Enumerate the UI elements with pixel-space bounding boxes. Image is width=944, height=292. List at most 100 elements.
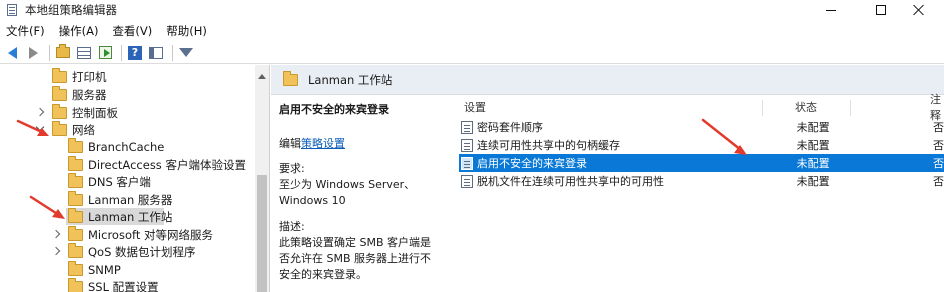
minimize-button[interactable]: [808, 0, 854, 20]
edit-prefix: 编辑: [279, 137, 301, 150]
setting-state: 未配置: [796, 139, 830, 152]
folder-icon: [283, 70, 298, 86]
folder-icon: [68, 172, 83, 188]
tree-item-microsoft-p2p[interactable]: Microsoft 对等网络服务: [0, 225, 255, 243]
setting-comment: 否: [933, 157, 944, 170]
expand-chevron-icon[interactable]: [51, 229, 61, 239]
tree-item-label: DirectAccess 客户端体验设置: [88, 157, 246, 172]
details-header-title: Lanman 工作站: [308, 72, 393, 87]
folder-icon: [68, 277, 83, 292]
export-list-button[interactable]: [96, 44, 114, 62]
list-item[interactable]: 连续可用性共享中的句柄缓存 未配置 否: [459, 136, 944, 154]
minimize-icon: [826, 9, 836, 11]
requirements-label: 要求:: [279, 162, 305, 175]
tree-item-ssl-config[interactable]: SSL 配置设置: [0, 277, 255, 292]
tree-item-label: SNMP: [88, 262, 121, 277]
details-pane: Lanman 工作站 启用不安全的来宾登录 编辑策略设置 要求: 至少为 Win…: [271, 65, 944, 292]
policy-setting-icon: [461, 120, 473, 134]
folder-icon: [52, 85, 67, 101]
list-item[interactable]: 密码套件顺序 未配置 否: [459, 118, 944, 136]
tree-item-label: DNS 客户端: [88, 174, 151, 189]
window-title: 本地组策略编辑器: [25, 3, 117, 17]
folder-icon: [68, 225, 83, 241]
tree-item-label: Microsoft 对等网络服务: [88, 227, 213, 242]
show-hide-tree-button[interactable]: [75, 44, 93, 62]
tree-item-snmp[interactable]: SNMP: [0, 260, 255, 278]
column-header-comment[interactable]: 注释: [930, 93, 944, 122]
toolbar-divider: [172, 44, 173, 61]
menu-help[interactable]: 帮助(H): [166, 23, 207, 39]
scroll-up-arrow-icon[interactable]: [258, 74, 266, 79]
tree-item-network[interactable]: 网络: [0, 120, 255, 138]
collapse-chevron-icon[interactable]: [35, 122, 45, 132]
forward-button[interactable]: [24, 44, 42, 62]
menu-action[interactable]: 操作(A): [59, 23, 99, 39]
column-header-state[interactable]: 状态: [795, 96, 817, 118]
show-hide-tree-icon: [77, 46, 91, 59]
settings-list: 设置 状态 注释 密码套件顺序 未配置 否 连续可用性共享中的句柄缓存 未配置 …: [443, 93, 944, 292]
setting-comment: 否: [933, 175, 944, 188]
policy-setting-icon: [461, 138, 473, 152]
back-button[interactable]: [3, 44, 21, 62]
requirements-text: 至少为 Windows Server、Windows 10: [279, 178, 416, 207]
folder-icon: [68, 260, 83, 276]
tree-item-branchcache[interactable]: BranchCache: [0, 137, 255, 155]
description-panel: 启用不安全的来宾登录 编辑策略设置 要求: 至少为 Windows Server…: [271, 96, 443, 292]
policy-title: 启用不安全的来宾登录: [279, 103, 389, 116]
tree-item-label: Lanman 工作站: [88, 209, 173, 224]
tree-item-printers[interactable]: 打印机: [0, 67, 255, 85]
up-folder-icon: [56, 44, 70, 58]
tree-item-label: 控制面板: [72, 105, 118, 120]
navigation-tree[interactable]: 打印机 服务器 控制面板 网络 BranchCache DirectAccess…: [0, 65, 270, 292]
tree-scrollbar[interactable]: [255, 65, 269, 292]
policy-setting-icon: [461, 156, 473, 170]
setting-comment: 否: [933, 121, 944, 134]
list-item[interactable]: 脱机文件在连续可用性共享中的可用性 未配置 否: [459, 172, 944, 190]
column-divider[interactable]: [850, 100, 851, 116]
scrollbar-thumb[interactable]: [257, 175, 267, 292]
help-button[interactable]: ?: [126, 44, 144, 62]
close-button[interactable]: [896, 0, 942, 20]
edit-policy-line: 编辑策略设置: [279, 135, 435, 151]
expand-chevron-icon[interactable]: [35, 107, 45, 117]
tree-item-lanman-workstation[interactable]: Lanman 工作站: [66, 207, 172, 225]
folder-icon: [52, 120, 67, 136]
description-block: 描述: 此策略设置确定 SMB 客户端是否允许在 SMB 服务器上进行不安全的来…: [279, 219, 435, 283]
forward-icon: [28, 46, 38, 59]
folder-icon: [68, 207, 83, 223]
column-divider[interactable]: [762, 100, 763, 116]
view-icon: [149, 46, 163, 59]
tree-item-lanman-server[interactable]: Lanman 服务器: [0, 190, 255, 208]
folder-icon: [68, 242, 83, 258]
expand-chevron-icon[interactable]: [51, 246, 61, 256]
setting-state: 未配置: [796, 175, 830, 188]
view-button[interactable]: [147, 44, 165, 62]
folder-icon: [52, 67, 67, 83]
tree-item-label: SSL 配置设置: [88, 279, 159, 292]
policy-setting-icon: [461, 174, 473, 188]
tree-item-label: Lanman 服务器: [88, 192, 173, 207]
menu-file[interactable]: 文件(F): [6, 23, 45, 39]
menu-bar: 文件(F) 操作(A) 查看(V) 帮助(H): [0, 21, 944, 41]
setting-state: 未配置: [796, 121, 830, 134]
tree-item-label: BranchCache: [88, 139, 165, 154]
menu-view[interactable]: 查看(V): [112, 23, 152, 39]
tree-item-directaccess[interactable]: DirectAccess 客户端体验设置: [0, 155, 255, 173]
setting-name: 密码套件顺序: [477, 121, 543, 134]
tree-item-qos[interactable]: QoS 数据包计划程序: [0, 242, 255, 260]
list-item-selected[interactable]: 启用不安全的来宾登录 未配置 否: [459, 154, 944, 172]
tree-item-dns-client[interactable]: DNS 客户端: [0, 172, 255, 190]
back-icon: [7, 46, 17, 59]
column-header-setting[interactable]: 设置: [464, 96, 486, 118]
policy-editor-app-icon: [5, 3, 19, 17]
toolbar: ?: [0, 42, 944, 64]
requirements-block: 要求: 至少为 Windows Server、Windows 10: [279, 161, 435, 209]
tree-item-label: QoS 数据包计划程序: [88, 244, 196, 259]
up-folder-button[interactable]: [54, 44, 72, 62]
close-icon: [913, 4, 925, 16]
setting-state: 未配置: [796, 157, 830, 170]
filter-button[interactable]: [177, 44, 195, 62]
tree-item-server[interactable]: 服务器: [0, 85, 255, 103]
edit-policy-link[interactable]: 策略设置: [301, 137, 345, 150]
tree-item-control-panel[interactable]: 控制面板: [0, 103, 255, 121]
